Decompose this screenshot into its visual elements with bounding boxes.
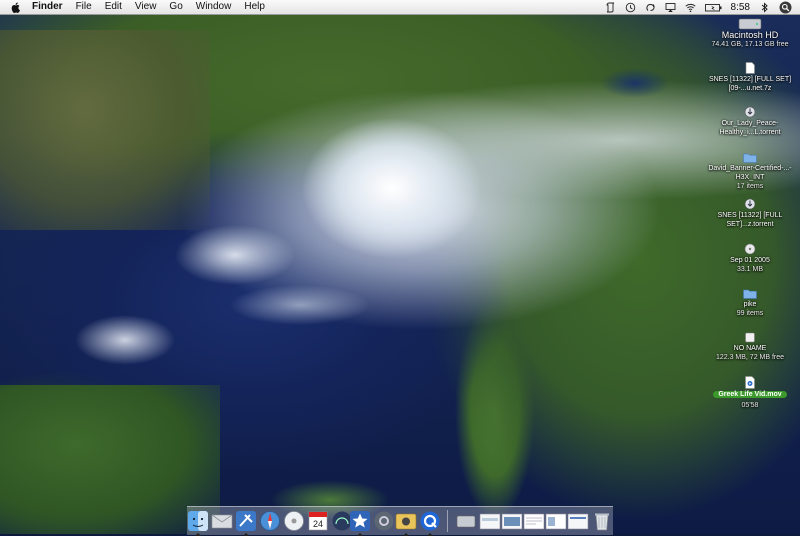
disc-image-icon [744, 243, 756, 255]
folder-icon [743, 153, 757, 163]
desktop-item-info: 74.41 GB, 17.13 GB free [711, 41, 789, 48]
minimized-window-icon[interactable] [567, 510, 589, 532]
minimized-window-icon[interactable] [545, 510, 567, 532]
airplay-icon[interactable] [665, 2, 676, 13]
desktop-item-label: pike [743, 301, 757, 308]
desktop-item-info: 122.3 MB, 72 MB free [715, 354, 785, 361]
spotlight-icon[interactable] [779, 1, 792, 14]
bluetooth-icon[interactable] [759, 1, 770, 13]
menu-finder[interactable]: Finder [32, 0, 63, 14]
wifi-icon[interactable] [684, 2, 696, 13]
minimized-window-icon[interactable] [479, 510, 501, 532]
desktop-item-info: 99 items [736, 310, 764, 317]
hard-drive-window-icon[interactable] [455, 510, 477, 532]
apple-icon[interactable] [11, 1, 21, 13]
quicktime-icon[interactable] [419, 510, 441, 532]
system-preferences-icon[interactable] [373, 510, 395, 532]
wallpaper-lake [600, 68, 670, 98]
finder-icon[interactable] [187, 510, 209, 532]
wallpaper-landmass [0, 30, 210, 230]
menu-clock[interactable]: 8:58 [731, 2, 750, 13]
minimized-window-icon[interactable] [501, 510, 523, 532]
ical-icon[interactable]: 24 [307, 510, 329, 532]
menu-go[interactable]: Go [169, 0, 182, 14]
movie-file-icon [745, 376, 755, 389]
folder-icon [743, 289, 757, 299]
menu-view[interactable]: View [135, 0, 157, 14]
image-capture-icon[interactable] [395, 510, 417, 532]
desktop-item-macintosh-hd[interactable]: Macintosh HD 74.41 GB, 17.13 GB free [702, 18, 798, 49]
menu-edit[interactable]: Edit [105, 0, 122, 14]
desktop-item-david-banner-folder[interactable]: David_Banner-Certified-...-H3X_INT 17 it… [702, 152, 798, 191]
desktop-item-snes-torrent[interactable]: SNES [11322] [FULL SET]...z.torrent [702, 198, 798, 229]
desktop-item-label: SNES [11322] [FULL SET] [09-...u.net.7z [708, 76, 792, 92]
desktop-item-label: Greek Life Vid.mov [713, 391, 787, 398]
mail-icon[interactable] [211, 510, 233, 532]
desktop-item-label: David_Banner-Certified-...-H3X_INT [708, 165, 792, 181]
time-machine-icon[interactable] [625, 2, 636, 13]
script-icon[interactable] [605, 2, 616, 13]
hard-drive-icon [738, 18, 762, 30]
menu-help[interactable]: Help [244, 0, 265, 14]
menu-extras: 8:58 [605, 0, 792, 14]
desktop-item-label: Sep 01 2005 [730, 257, 770, 264]
desktop-item-label: Macintosh HD [721, 30, 779, 40]
desktop-item-info: 05'58 [741, 402, 759, 409]
desktop-item-our-lady-peace-torrent[interactable]: Our_Lady_Peace-Healthy_i...L.torrent [702, 106, 798, 137]
minimized-window-icon[interactable] [523, 510, 545, 532]
desktop-item-label: NO NAME [733, 345, 767, 352]
document-icon [745, 62, 755, 74]
menu-bar: Finder File Edit View Go Window Help 8:5… [0, 0, 800, 15]
itunes-icon[interactable] [283, 510, 305, 532]
menu-file[interactable]: File [76, 0, 92, 14]
desktop-item-pike-folder[interactable]: pike 99 items [702, 288, 798, 318]
desktop-item-label: Our_Lady_Peace-Healthy_i...L.torrent [719, 120, 781, 136]
dock: 24 [187, 506, 613, 536]
battery-icon[interactable] [704, 2, 722, 13]
desktop-item-no-name[interactable]: NO NAME 122.3 MB, 72 MB free [702, 332, 798, 362]
desktop-item-info: 17 items [736, 183, 764, 190]
imovie-icon[interactable] [349, 510, 371, 532]
desktop-item-sep-01-2005[interactable]: Sep 01 2005 33.1 MB [702, 243, 798, 274]
desktop-item-info: 33.1 MB [736, 266, 764, 273]
dock-separator [447, 510, 448, 532]
torrent-icon [744, 198, 756, 210]
desktop-item-label: SNES [11322] [FULL SET]...z.torrent [717, 212, 783, 228]
desktop-item-snes-7z[interactable]: SNES [11322] [FULL SET] [09-...u.net.7z [702, 62, 798, 93]
svg-text:24: 24 [313, 519, 323, 529]
usb-drive-icon [745, 332, 755, 343]
sync-icon[interactable] [645, 2, 656, 13]
torrent-icon [744, 106, 756, 118]
trash-icon[interactable] [591, 510, 613, 532]
menu-window[interactable]: Window [196, 0, 232, 14]
desktop-wallpaper [0, 0, 800, 534]
xcode-icon[interactable] [235, 510, 257, 532]
desktop-item-greek-life-vid[interactable]: Greek Life Vid.mov 05'58 [702, 376, 798, 410]
safari-icon[interactable] [259, 510, 281, 532]
